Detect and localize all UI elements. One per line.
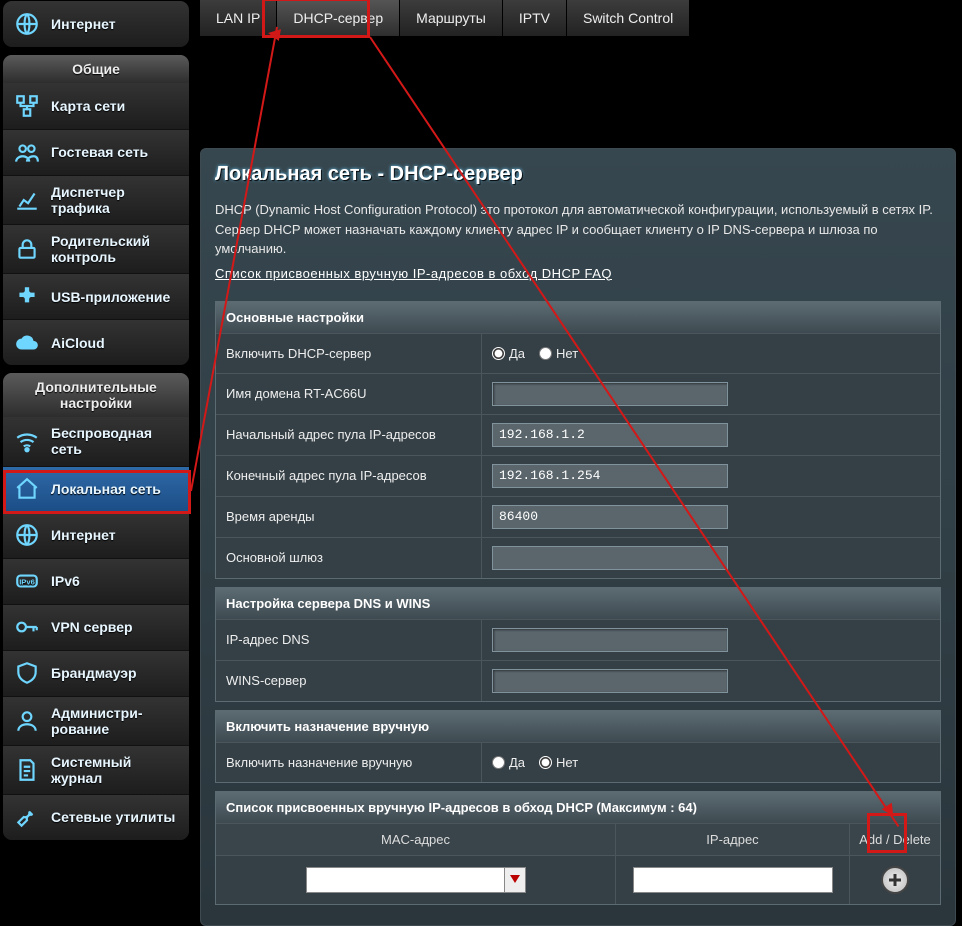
- input-gateway[interactable]: [492, 546, 728, 570]
- document-icon: [13, 756, 41, 784]
- label-manual-enable: Включить назначение вручную: [216, 743, 482, 782]
- section-static: Список присвоенных вручную IP-адресов в …: [215, 791, 941, 905]
- section-manual-title: Включить назначение вручную: [216, 711, 940, 742]
- tab-iptv[interactable]: IPTV: [503, 0, 567, 36]
- section-basic: Основные настройки Включить DHCP-сервер …: [215, 301, 941, 579]
- sidebar-item-syslog[interactable]: Системный журнал: [3, 745, 189, 794]
- page-title: Локальная сеть - DHCP-сервер: [215, 163, 941, 186]
- puzzle-icon: [13, 283, 41, 311]
- label-dns: IP-адрес DNS: [216, 620, 482, 660]
- sidebar-item-label: Сетевые утилиты: [51, 809, 179, 825]
- sidebar-item-label: Администри-рование: [51, 705, 179, 737]
- add-button[interactable]: [881, 866, 909, 894]
- sidebar-item-label: Интернет: [51, 16, 179, 32]
- sidebar-item-wireless[interactable]: Беспроводная сеть: [3, 417, 189, 465]
- traffic-chart-icon: [13, 186, 41, 214]
- mac-combo[interactable]: [306, 867, 526, 893]
- section-manual: Включить назначение вручную Включить наз…: [215, 710, 941, 783]
- admin-user-icon: [13, 707, 41, 735]
- vpn-key-icon: [13, 613, 41, 641]
- sidebar-item-label: IPv6: [51, 573, 179, 589]
- sidebar-item-label: Локальная сеть: [51, 481, 179, 497]
- sidebar-item-usb-app[interactable]: USB-приложение: [3, 273, 189, 319]
- input-domain[interactable]: [492, 382, 728, 406]
- input-pool-end[interactable]: [492, 464, 728, 488]
- sidebar-item-label: VPN сервер: [51, 619, 179, 635]
- tab-lan-ip[interactable]: LAN IP: [200, 0, 277, 36]
- svg-text:IPv6: IPv6: [19, 577, 35, 586]
- sidebar-item-guest-network[interactable]: Гостевая сеть: [3, 129, 189, 175]
- main-content: Локальная сеть - DHCP-сервер DHCP (Dynam…: [200, 148, 956, 926]
- col-header-add: Add / Delete: [850, 824, 940, 855]
- shield-icon: [13, 659, 41, 687]
- sidebar-item-label: Родительский контроль: [51, 233, 179, 265]
- radio-manual-yes[interactable]: Да: [492, 755, 525, 770]
- label-enable-dhcp: Включить DHCP-сервер: [216, 334, 482, 373]
- network-map-icon: [13, 92, 41, 120]
- col-header-ip: IP-адрес: [616, 824, 850, 855]
- sidebar-item-label: Системный журнал: [51, 754, 179, 786]
- section-static-title: Список присвоенных вручную IP-адресов в …: [216, 792, 940, 823]
- sidebar-item-traffic-manager[interactable]: Диспетчер трафика: [3, 175, 189, 224]
- sidebar-item-wan[interactable]: Интернет: [3, 512, 189, 558]
- section-dnswins: Настройка сервера DNS и WINS IP-адрес DN…: [215, 587, 941, 702]
- sidebar-item-ipv6[interactable]: IPv6 IPv6: [3, 558, 189, 604]
- radio-manual-no[interactable]: Нет: [539, 755, 578, 770]
- tab-bar: LAN IP DHCP-сервер Маршруты IPTV Switch …: [200, 0, 960, 36]
- wifi-icon: [13, 427, 41, 455]
- lock-icon: [13, 235, 41, 263]
- sidebar-item-label: Карта сети: [51, 98, 179, 114]
- tab-switch-control[interactable]: Switch Control: [567, 0, 689, 36]
- globe-icon: [13, 521, 41, 549]
- sidebar-item-label: Диспетчер трафика: [51, 184, 179, 216]
- section-basic-title: Основные настройки: [216, 302, 940, 333]
- globe-arrow-icon: [13, 10, 41, 38]
- label-lease: Время аренды: [216, 497, 482, 537]
- sidebar-item-network-map[interactable]: Карта сети: [3, 83, 189, 129]
- sidebar-item-aicloud[interactable]: AiCloud: [3, 319, 189, 365]
- faq-link[interactable]: Список присвоенных вручную IP-адресов в …: [215, 266, 612, 281]
- input-dns[interactable]: [492, 628, 728, 652]
- input-wins[interactable]: [492, 669, 728, 693]
- mac-dropdown-button[interactable]: [504, 867, 526, 893]
- page-description: DHCP (Dynamic Host Configuration Protoco…: [215, 200, 941, 259]
- sidebar-item-administration[interactable]: Администри-рование: [3, 696, 189, 745]
- tools-icon: [13, 803, 41, 831]
- input-lease[interactable]: [492, 505, 728, 529]
- sidebar-item-label: USB-приложение: [51, 289, 179, 305]
- sidebar-group-advanced: Дополнительные настройки: [3, 373, 189, 417]
- sidebar-item-label: Беспроводная сеть: [51, 425, 179, 457]
- sidebar-item-parental-control[interactable]: Родительский контроль: [3, 224, 189, 273]
- label-pool-end: Конечный адрес пула IP-адресов: [216, 456, 482, 496]
- sidebar-item-label: AiCloud: [51, 335, 179, 351]
- users-icon: [13, 139, 41, 167]
- tab-routes[interactable]: Маршруты: [400, 0, 503, 36]
- home-icon: [13, 475, 41, 503]
- sidebar-item-firewall[interactable]: Брандмауэр: [3, 650, 189, 696]
- label-pool-start: Начальный адрес пула IP-адресов: [216, 415, 482, 455]
- sidebar: Интернет Общие Карта сети Гостевая сеть …: [2, 0, 190, 860]
- col-header-mac: MAC-адрес: [216, 824, 616, 855]
- input-mac[interactable]: [306, 867, 504, 893]
- cloud-icon: [13, 329, 41, 357]
- input-static-ip[interactable]: [633, 867, 833, 893]
- sidebar-group-general: Общие: [3, 55, 189, 83]
- sidebar-item-label: Брандмауэр: [51, 665, 179, 681]
- radio-enable-no[interactable]: Нет: [539, 346, 578, 361]
- sidebar-item-vpn[interactable]: VPN сервер: [3, 604, 189, 650]
- sidebar-item-label: Гостевая сеть: [51, 144, 179, 160]
- radio-enable-yes[interactable]: Да: [492, 346, 525, 361]
- section-dnswins-title: Настройка сервера DNS и WINS: [216, 588, 940, 619]
- sidebar-item-lan[interactable]: Локальная сеть: [3, 466, 189, 512]
- label-wins: WINS-сервер: [216, 661, 482, 701]
- input-pool-start[interactable]: [492, 423, 728, 447]
- label-domain: Имя домена RT-AC66U: [216, 374, 482, 414]
- sidebar-item-internet-top[interactable]: Интернет: [3, 1, 189, 47]
- tab-dhcp-server[interactable]: DHCP-сервер: [277, 0, 400, 36]
- sidebar-item-label: Интернет: [51, 527, 179, 543]
- label-gateway: Основной шлюз: [216, 538, 482, 578]
- sidebar-item-network-tools[interactable]: Сетевые утилиты: [3, 794, 189, 840]
- ipv6-icon: IPv6: [13, 567, 41, 595]
